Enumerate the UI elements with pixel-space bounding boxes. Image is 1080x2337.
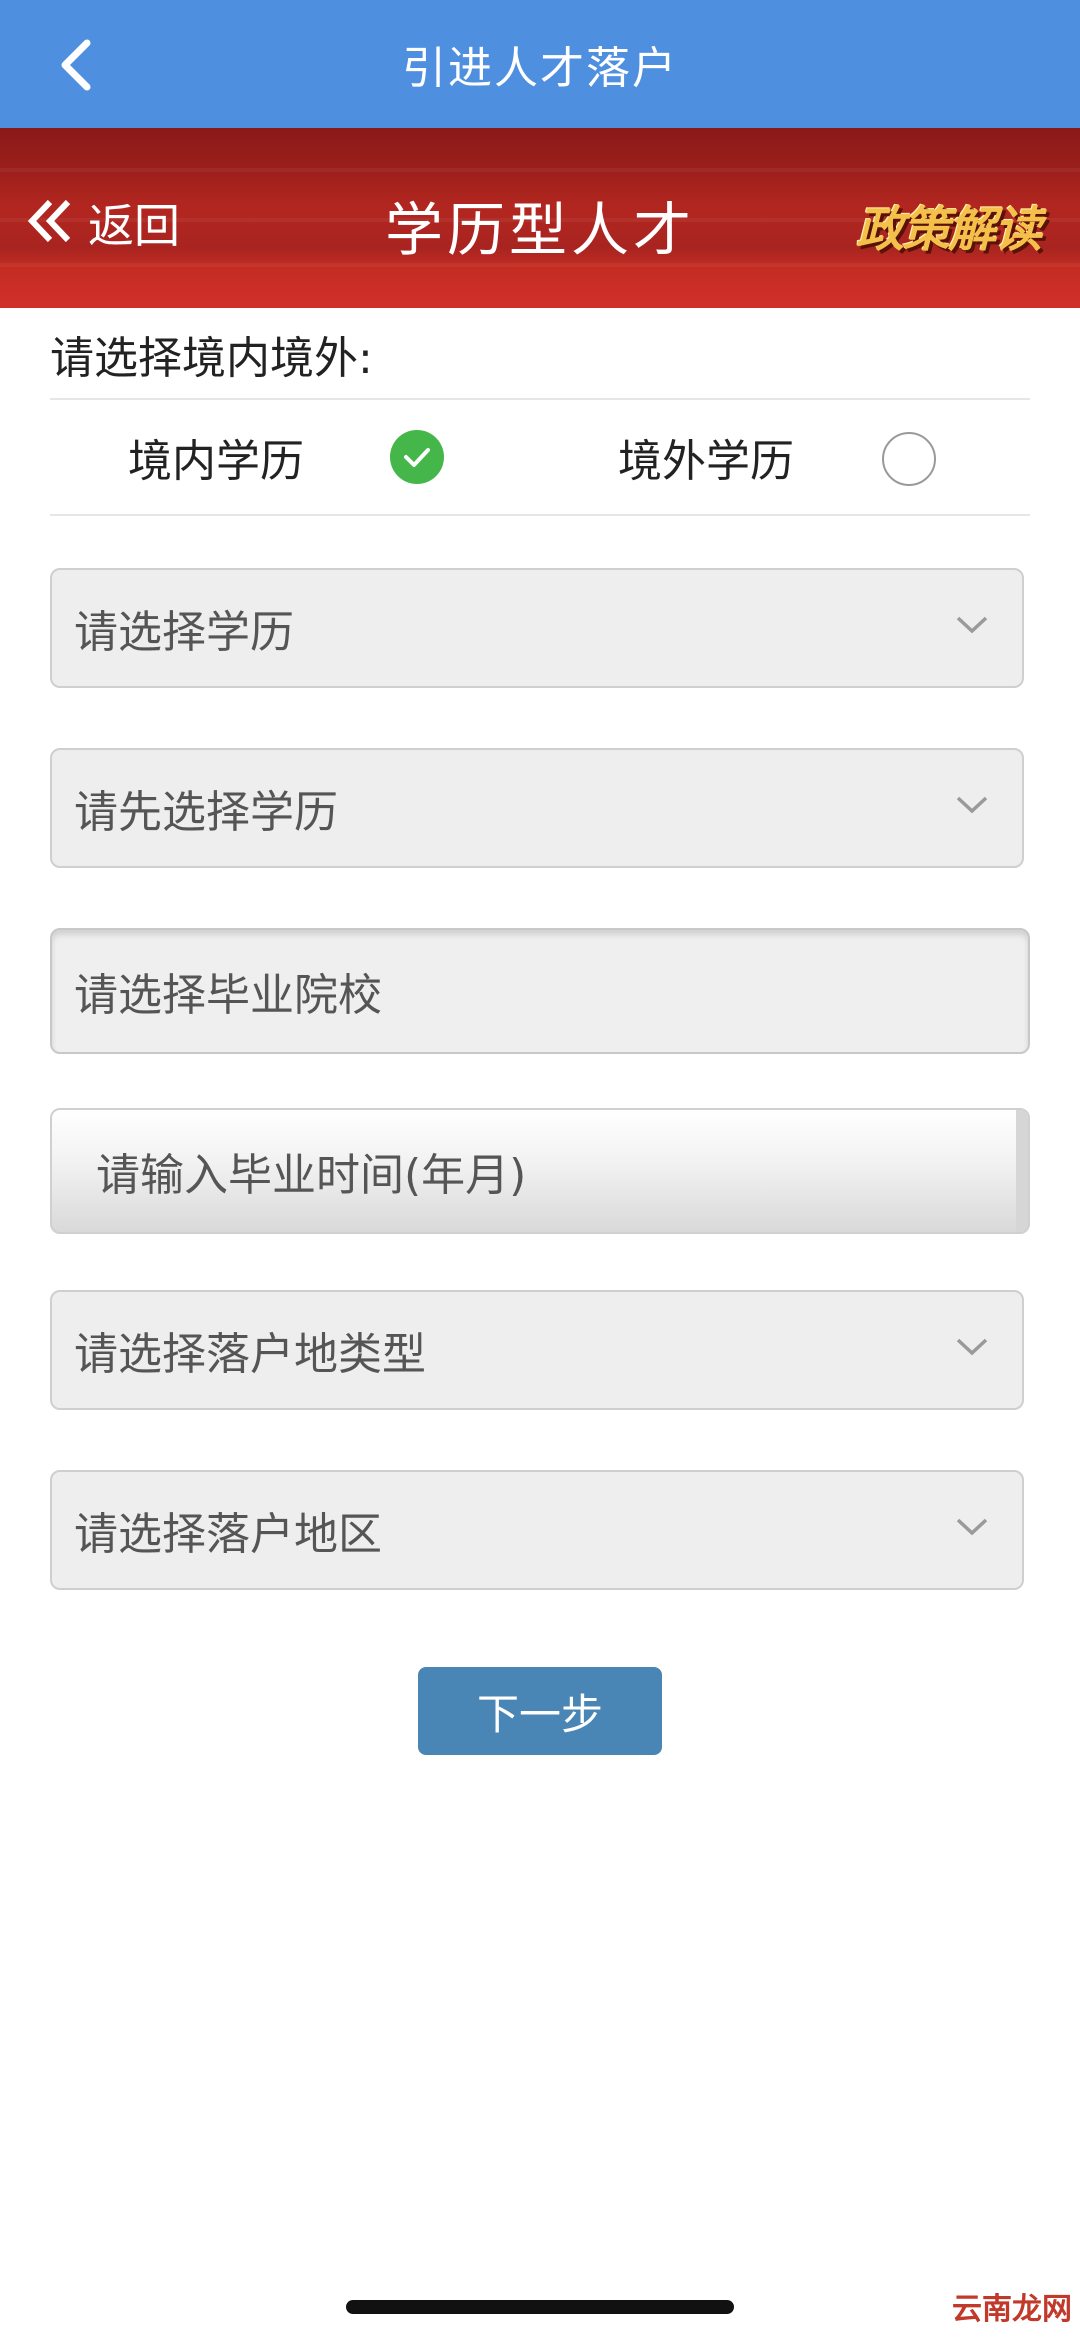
radio-domestic-label: 境内学历	[128, 436, 304, 487]
settle-region-select[interactable]: 请选择落户地区	[50, 1470, 1024, 1590]
settle-type-placeholder: 请选择落户地类型	[74, 1329, 426, 1380]
education-origin-radio-group: 境内学历 境外学历	[50, 400, 1030, 514]
degree-select[interactable]: 请选择学历	[50, 568, 1024, 688]
settle-region-placeholder: 请选择落户地区	[74, 1509, 382, 1560]
chevron-down-icon	[954, 614, 990, 640]
watermark: 云南龙网	[952, 2292, 1072, 2327]
next-step-button[interactable]: 下一步	[418, 1667, 662, 1755]
category-banner: 返回 学历型人才 政策解读	[0, 128, 1080, 308]
page-title: 引进人才落户	[402, 43, 678, 94]
chevron-down-icon	[954, 1516, 990, 1542]
radio-overseas[interactable]: 境外学历	[618, 400, 794, 514]
radio-overseas-label: 境外学历	[618, 436, 794, 487]
home-indicator[interactable]	[346, 2300, 734, 2314]
empty-circle-icon[interactable]	[882, 432, 936, 486]
policy-interpretation-link[interactable]: 政策解读	[856, 190, 1042, 260]
check-circle-icon[interactable]	[390, 430, 444, 484]
settle-type-select[interactable]: 请选择落户地类型	[50, 1290, 1024, 1410]
degree-detail-select[interactable]: 请先选择学历	[50, 748, 1024, 868]
top-nav-bar: 引进人才落户	[0, 0, 1080, 128]
chevron-down-icon	[954, 1336, 990, 1362]
back-chevron-icon[interactable]	[40, 30, 110, 100]
divider	[50, 514, 1030, 516]
school-input[interactable]: 请选择毕业院校	[50, 928, 1030, 1054]
input-edge	[1016, 1110, 1028, 1232]
domestic-overseas-label: 请选择境内境外:	[50, 333, 373, 384]
chevron-down-icon	[954, 794, 990, 820]
degree-detail-placeholder: 请先选择学历	[74, 787, 338, 838]
school-input-placeholder: 请选择毕业院校	[74, 970, 382, 1021]
graduation-time-placeholder: 请输入毕业时间(年月)	[96, 1150, 527, 1201]
radio-domestic[interactable]: 境内学历	[128, 400, 304, 514]
degree-select-placeholder: 请选择学历	[74, 607, 294, 658]
graduation-time-input[interactable]: 请输入毕业时间(年月)	[50, 1108, 1030, 1234]
